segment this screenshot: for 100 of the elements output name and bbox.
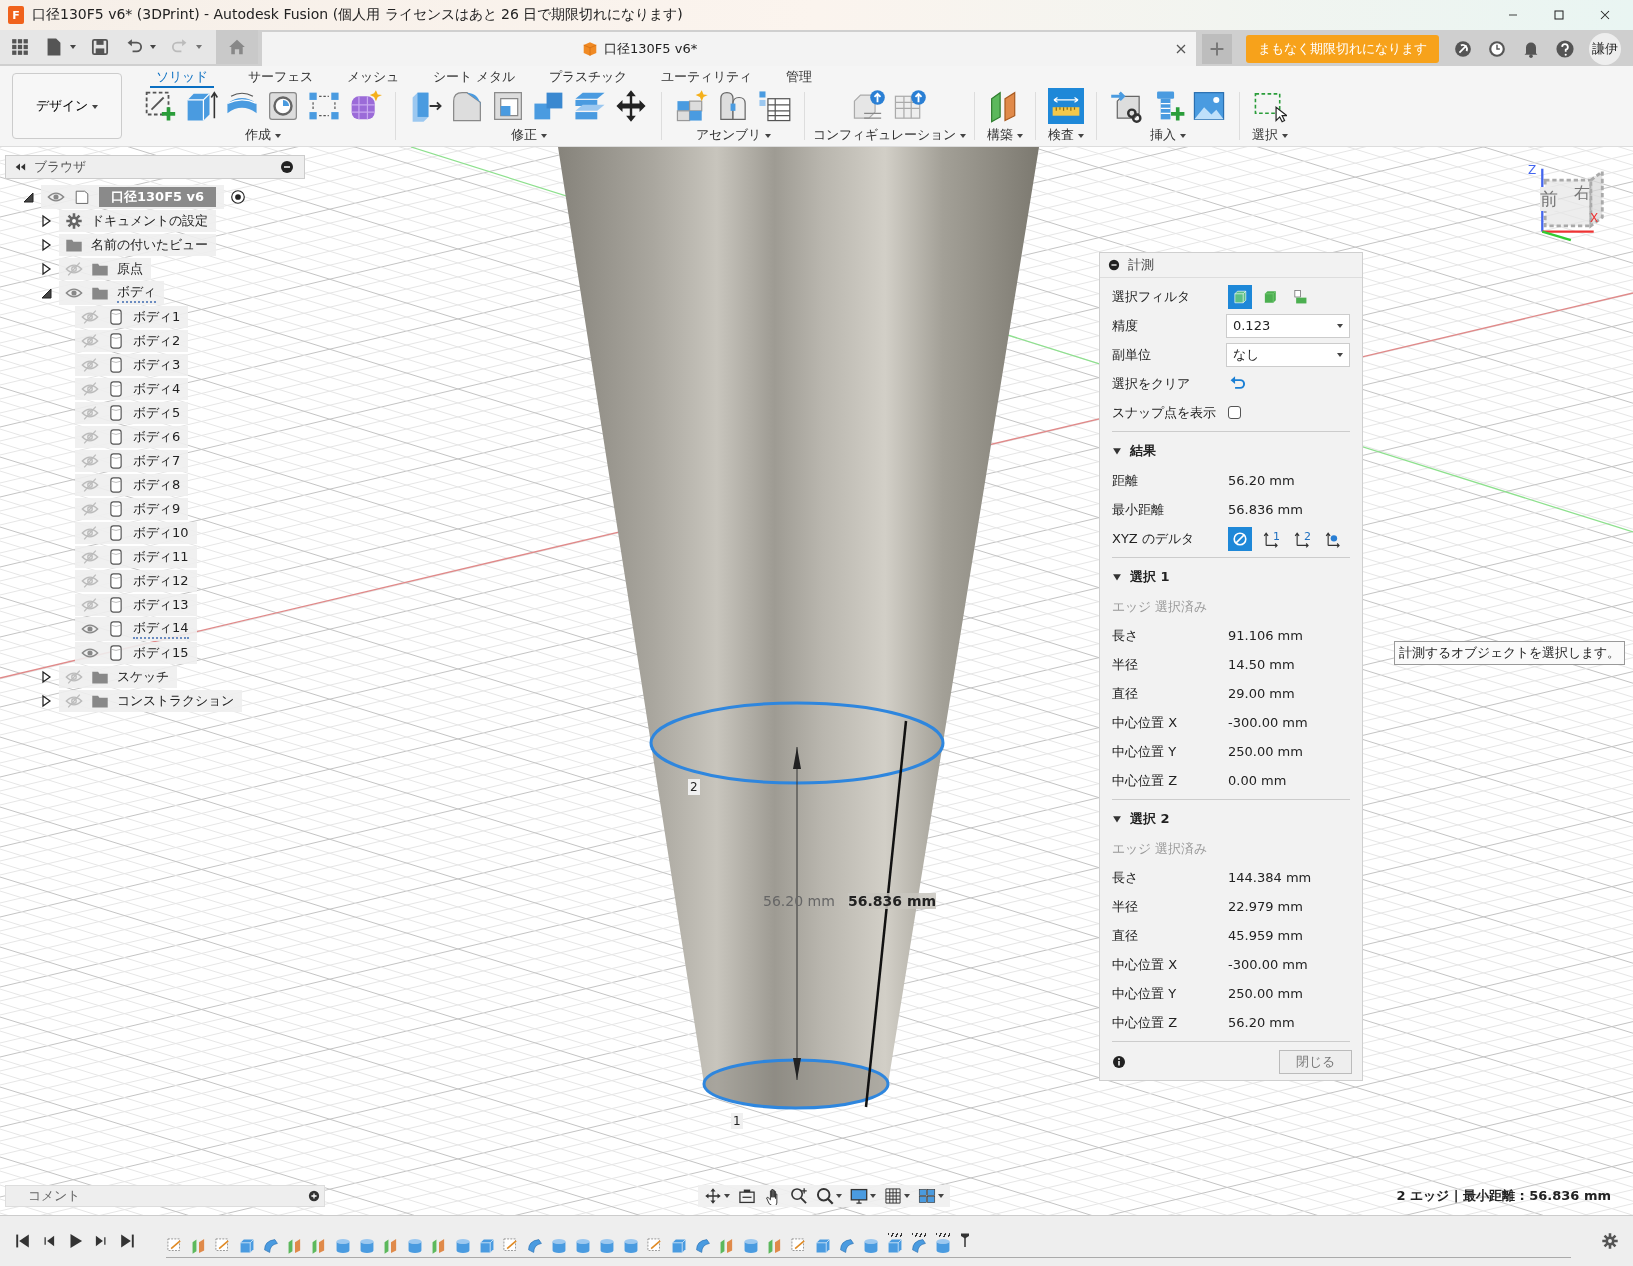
hidden-eye-icon[interactable] (81, 332, 99, 350)
section-header[interactable]: 結果 (1112, 436, 1350, 466)
cylinder-icon[interactable] (358, 1236, 376, 1255)
ribbon-tab[interactable]: ソリッド (150, 66, 214, 88)
viewports-icon[interactable] (918, 1187, 936, 1205)
group-menu[interactable]: 挿入 (1150, 126, 1186, 144)
cylinder-icon[interactable] (598, 1236, 616, 1255)
expand-arrow-icon[interactable] (39, 694, 53, 708)
ruler-icon[interactable] (1048, 88, 1084, 124)
offline-icon[interactable] (1453, 39, 1473, 59)
group-menu[interactable]: 検査 (1048, 126, 1084, 144)
hidden-eye-icon[interactable] (81, 524, 99, 542)
hidden-eye-icon[interactable] (81, 572, 99, 590)
hidden-eye-icon[interactable] (81, 356, 99, 374)
hidden-eye-icon[interactable] (65, 260, 83, 278)
axis-option[interactable]: 1 (1258, 526, 1283, 551)
ribbon-tab[interactable]: 管理 (786, 66, 813, 88)
ribbon-tab[interactable]: ユーティリティ (661, 66, 753, 88)
cube-option[interactable] (1228, 284, 1252, 309)
hidden-eye-icon[interactable] (81, 308, 99, 326)
collapse-icon[interactable] (14, 161, 26, 173)
group-menu[interactable]: 構築 (987, 126, 1023, 144)
view-cube[interactable]: 前 右 Z X (1528, 163, 1608, 243)
cylinder-icon[interactable] (550, 1236, 568, 1255)
value-text: 250.00 mm (1228, 986, 1303, 1001)
maximize-icon[interactable] (1551, 7, 1567, 23)
cylinder-icon[interactable] (622, 1236, 640, 1255)
target-icon[interactable] (230, 189, 247, 205)
expand-arrow-icon[interactable] (39, 238, 53, 252)
hidden-eye-icon[interactable] (81, 452, 99, 470)
minimize-icon[interactable] (1108, 259, 1120, 271)
new-tab-button[interactable] (1202, 34, 1232, 64)
axis-option[interactable]: 2 (1289, 526, 1314, 551)
cylinder-icon[interactable] (334, 1236, 352, 1255)
ribbon-tab[interactable]: シート メタル (433, 66, 516, 88)
home-button[interactable] (216, 30, 258, 64)
hidden-eye-icon[interactable] (81, 548, 99, 566)
workspace-dropdown[interactable]: デザイン (12, 73, 122, 139)
document-tab[interactable]: 口径130F5 v6* (262, 32, 1196, 66)
revolve-icon[interactable] (838, 1236, 856, 1255)
clock-icon[interactable] (1487, 39, 1507, 59)
hidden-eye-icon[interactable] (81, 596, 99, 614)
checkbox[interactable] (1228, 406, 1241, 419)
window-title: 口径130F5 v6* (3DPrint) - Autodesk Fusion (個人用 ライセンスはあと 26 日で期限切れになります) (32, 6, 684, 24)
revolve-icon[interactable] (694, 1236, 712, 1255)
dropdown[interactable]: 0.123 (1225, 313, 1350, 338)
none-option[interactable] (1228, 526, 1252, 551)
hidden-eye-icon[interactable] (81, 380, 99, 398)
close-button[interactable]: 閉じる (1279, 1050, 1352, 1074)
group-menu[interactable]: コンフィギュレーション (813, 126, 966, 144)
cylinder-icon[interactable] (934, 1236, 952, 1255)
revolve-icon[interactable] (526, 1236, 544, 1255)
monitor-icon[interactable] (850, 1187, 868, 1205)
cylinder-icon[interactable] (742, 1236, 760, 1255)
help-icon[interactable] (1555, 39, 1575, 59)
hidden-eye-icon[interactable] (81, 476, 99, 494)
hidden-eye-icon[interactable] (65, 668, 83, 686)
cylinder-icon[interactable] (862, 1236, 880, 1255)
close-icon[interactable] (1174, 42, 1188, 56)
cylinder-icon[interactable] (454, 1236, 472, 1255)
camera-icon[interactable] (738, 1187, 756, 1205)
skip-start-icon[interactable] (14, 1232, 32, 1250)
revolve-icon[interactable] (910, 1236, 928, 1255)
hidden-eye-icon[interactable] (81, 404, 99, 422)
settings-icon[interactable] (1601, 1232, 1619, 1250)
ribbon-tab[interactable]: プラスチック (549, 66, 628, 88)
grid-icon[interactable] (884, 1187, 902, 1205)
collapse-arrow-icon[interactable] (39, 286, 53, 300)
ribbon-tab[interactable]: サーフェス (248, 66, 313, 88)
collapse-arrow-icon[interactable] (21, 190, 35, 204)
expand-arrow-icon[interactable] (39, 670, 53, 684)
dropdown[interactable]: なし (1225, 342, 1350, 367)
hidden-eye-icon[interactable] (81, 500, 99, 518)
edge-outline[interactable] (702, 1058, 890, 1110)
expand-arrow-icon[interactable] (39, 262, 53, 276)
section-header[interactable]: 選択 1 (1112, 562, 1350, 592)
skip-end-icon[interactable] (118, 1232, 136, 1250)
user-avatar[interactable]: 謙伊 (1589, 33, 1621, 65)
hidden-eye-icon[interactable] (65, 692, 83, 710)
section-header[interactable]: 選択 2 (1112, 804, 1350, 834)
save-icon[interactable] (90, 37, 110, 57)
group-menu[interactable]: 修正 (510, 126, 547, 144)
add-icon[interactable] (308, 1190, 320, 1202)
grid-menu-icon[interactable] (10, 37, 30, 57)
zoom-fit-icon[interactable] (790, 1187, 808, 1205)
group-menu[interactable]: アセンブリ (695, 126, 771, 144)
minimize-icon[interactable] (280, 160, 294, 174)
new-component-icon[interactable] (674, 88, 710, 124)
table-icon[interactable] (756, 88, 792, 124)
group-menu[interactable]: 選択 (1252, 126, 1288, 144)
expand-arrow-icon[interactable] (39, 214, 53, 228)
revolve-icon[interactable] (262, 1236, 280, 1255)
zoom-icon[interactable] (816, 1187, 834, 1205)
info-icon[interactable] (1112, 1055, 1126, 1069)
group-menu[interactable]: 作成 (244, 126, 281, 144)
cylinder-icon[interactable] (406, 1236, 424, 1255)
cylinder-icon[interactable] (574, 1236, 592, 1255)
ribbon-tab[interactable]: メッシュ (347, 66, 399, 88)
hidden-eye-icon[interactable] (81, 428, 99, 446)
move-icon[interactable] (704, 1187, 722, 1205)
